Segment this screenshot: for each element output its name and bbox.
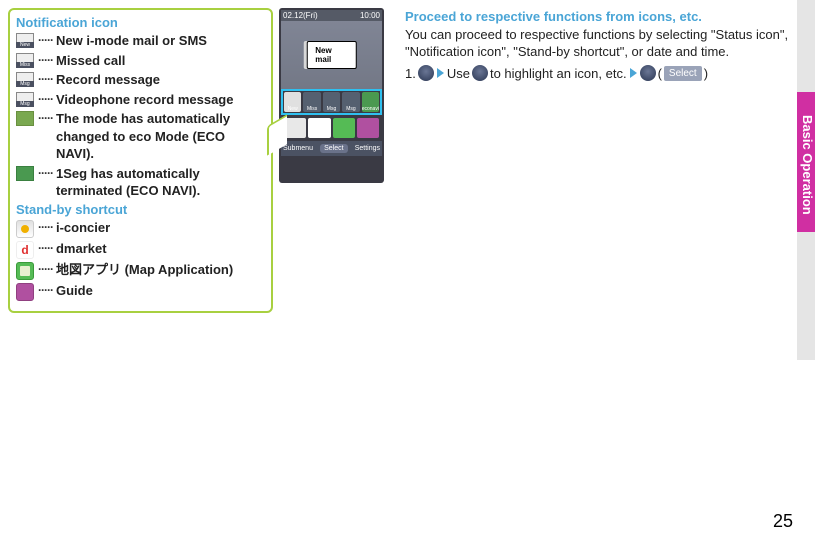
section-tab: Basic Operation (797, 92, 815, 232)
phone-time: 10:00 (360, 11, 380, 20)
phone-wallpaper: New mail (281, 21, 382, 89)
step-number: 1. (405, 65, 416, 83)
missed-call-icon: Miss (16, 53, 34, 68)
notification-row: New Miss Msg Msg econavi (281, 89, 382, 115)
phone-status-bar: 02.12(Fri) 10:00 (281, 10, 382, 21)
videophone-msg-icon: Msg (16, 92, 34, 107)
select-label: Select (664, 66, 702, 82)
legend-item: ····· The mode has automatically changed… (16, 110, 265, 163)
legend-item: ····· Guide (16, 282, 265, 301)
phone-tile-icon (357, 118, 379, 138)
eco-mode-icon (16, 111, 34, 126)
phone-softkeys: Submenu Select Settings (281, 141, 382, 156)
new-mail-icon: New (16, 33, 34, 48)
legend-item: ····· dmarket (16, 240, 265, 259)
phone-tile-icon (333, 118, 355, 138)
instruction-text: Proceed to respective functions from ico… (405, 8, 790, 313)
legend-item: ····· i-concier (16, 219, 265, 238)
record-msg-icon: Msg (16, 72, 34, 87)
instruction-body: You can proceed to respective functions … (405, 26, 790, 61)
legend-item: Msg ····· Record message (16, 71, 265, 89)
dmarket-icon (16, 241, 34, 259)
legend-item: New ····· New i-mode mail or SMS (16, 32, 265, 50)
icon-legend-box: Notification icon New ····· New i-mode m… (8, 8, 273, 313)
legend-item: ····· 地図アプリ (Map Application) (16, 261, 265, 280)
oneseg-eco-icon (16, 166, 34, 181)
phone-tile-icon: Msg (342, 92, 359, 112)
nav-center-icon (418, 65, 434, 81)
nav-center-icon (640, 65, 656, 81)
arrow-icon (630, 68, 637, 78)
phone-tile-icon: econavi (362, 92, 379, 112)
legend-item: ····· 1Seg has automatically terminated … (16, 165, 265, 200)
phone-tile-icon: New (284, 92, 301, 112)
phone-tile-icon: Msg (323, 92, 340, 112)
page-number: 25 (773, 511, 793, 532)
step-text: Use (447, 65, 470, 83)
paren: ) (704, 65, 708, 83)
shortcut-row (281, 115, 382, 141)
instruction-heading: Proceed to respective functions from ico… (405, 8, 790, 26)
standby-shortcut-heading: Stand-by shortcut (16, 202, 265, 217)
paren: ( (658, 65, 662, 83)
legend-item: Msg ····· Videophone record message (16, 91, 265, 109)
nav-dpad-icon (472, 65, 488, 81)
phone-date: 02.12(Fri) (283, 11, 318, 20)
softkey-submenu: Submenu (283, 145, 313, 152)
legend-item: Miss ····· Missed call (16, 52, 265, 70)
instruction-step: 1. Use to highlight an icon, etc. ( Sele… (405, 65, 790, 83)
new-mail-popup: New mail (306, 41, 357, 69)
arrow-icon (437, 68, 444, 78)
phone-frame: 02.12(Fri) 10:00 New mail New Miss Msg M… (279, 8, 384, 183)
phone-tile-icon (308, 118, 330, 138)
step-text: to highlight an icon, etc. (490, 65, 627, 83)
phone-tile-icon (284, 118, 306, 138)
phone-tile-icon: Miss (303, 92, 320, 112)
i-concier-icon (16, 220, 34, 238)
dots: ····· (38, 32, 53, 48)
map-app-icon (16, 262, 34, 280)
softkey-settings: Settings (355, 145, 380, 152)
softkey-select: Select (320, 144, 347, 153)
legend-desc: New i-mode mail or SMS (56, 32, 207, 50)
phone-screenshot: 02.12(Fri) 10:00 New mail New Miss Msg M… (279, 8, 399, 313)
guide-icon (16, 283, 34, 301)
notification-icon-heading: Notification icon (16, 15, 265, 30)
